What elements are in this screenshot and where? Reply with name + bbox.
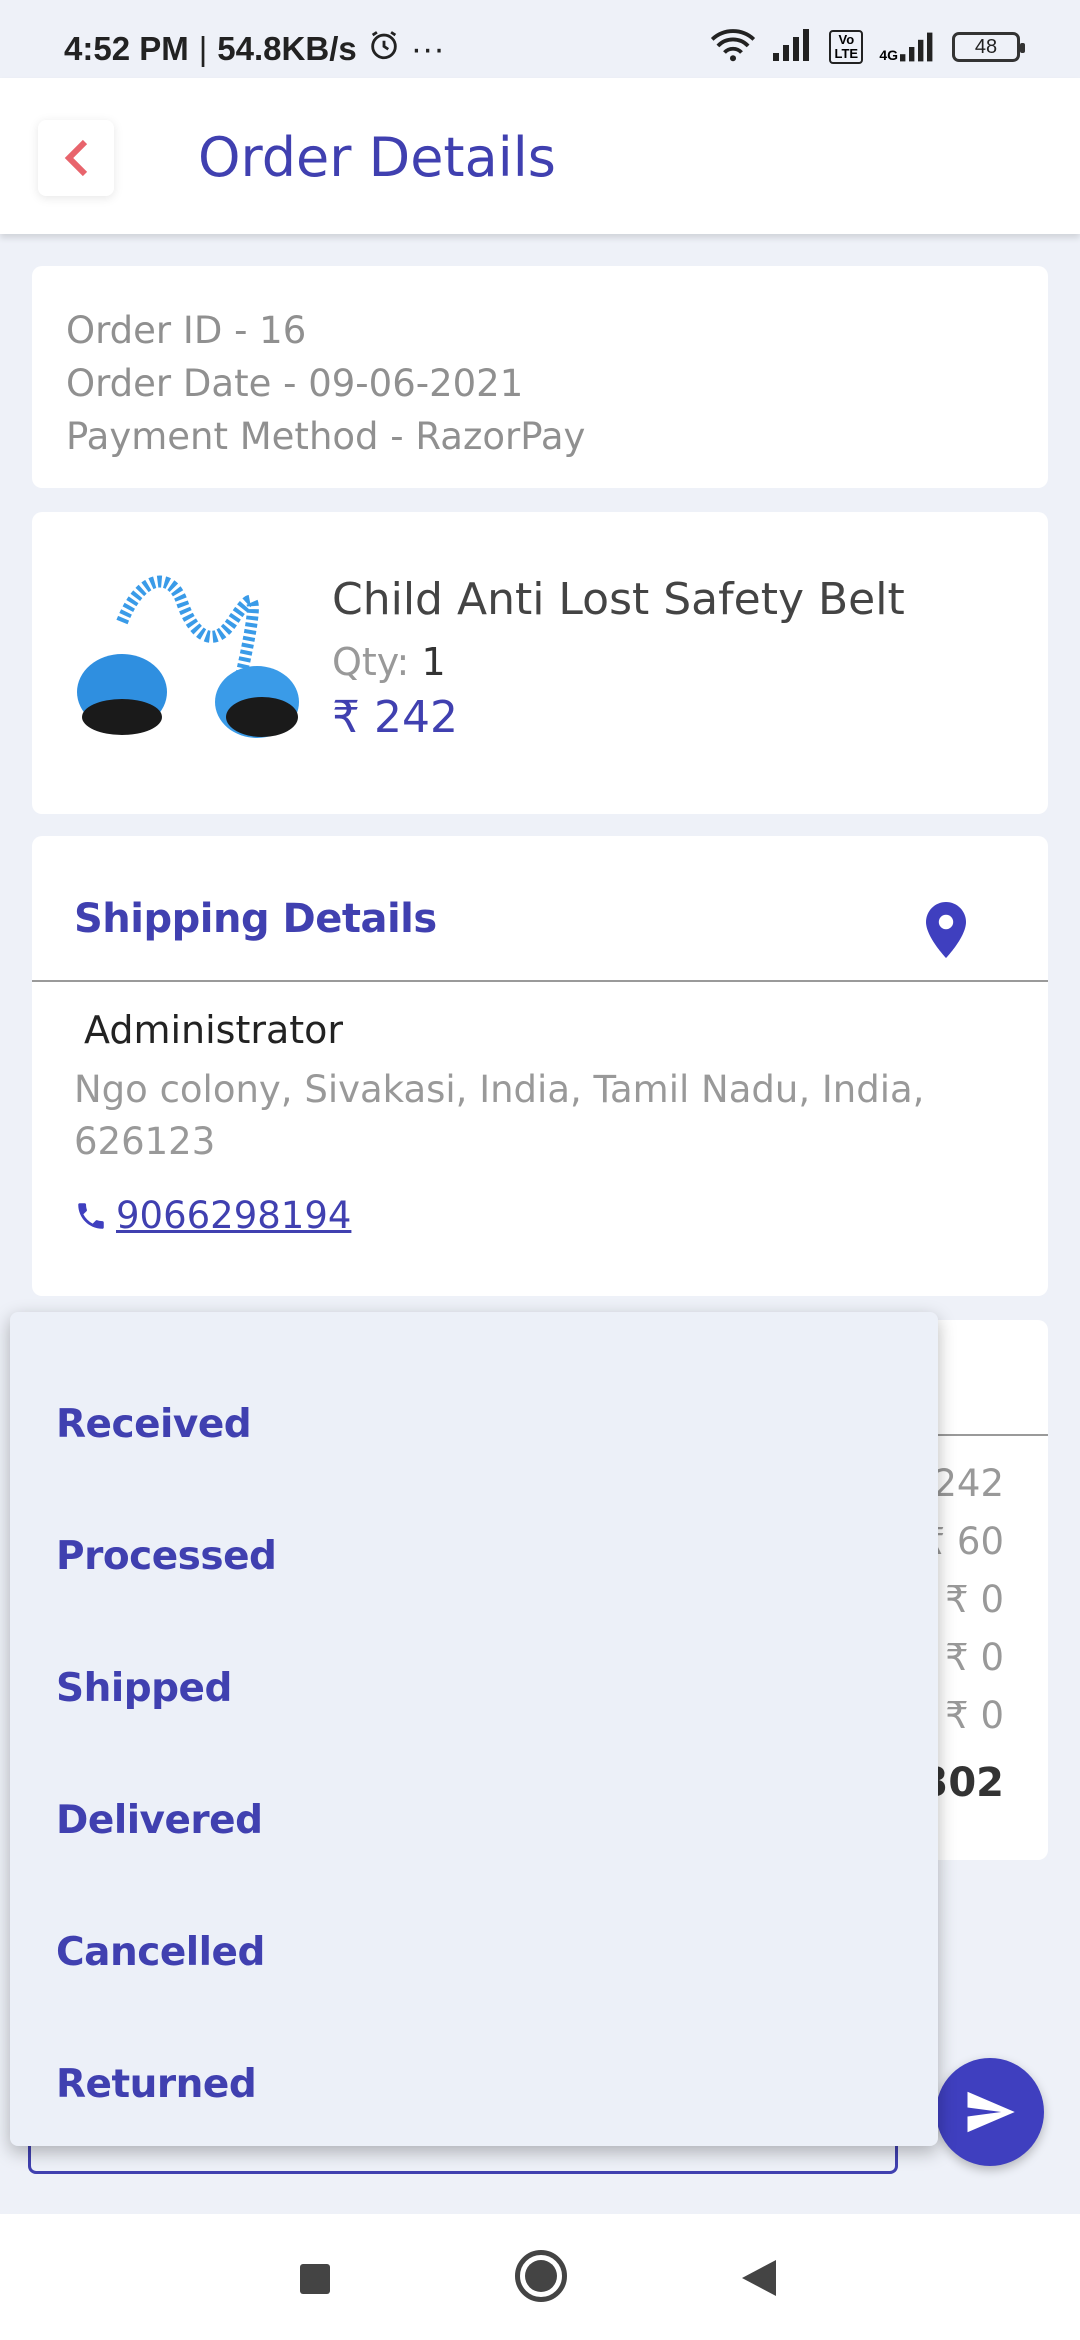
status-speed: 54.8KB/s bbox=[217, 30, 357, 67]
menu-item-cancelled[interactable]: Cancelled bbox=[10, 1886, 938, 2018]
qty-label: Qty: bbox=[332, 640, 410, 684]
system-nav-bar bbox=[0, 2214, 1080, 2340]
page-title: Order Details bbox=[198, 126, 556, 189]
app-bar: Order Details bbox=[0, 78, 1080, 234]
home-button[interactable] bbox=[515, 2250, 567, 2302]
signal-icon bbox=[773, 29, 813, 65]
back-button[interactable] bbox=[38, 120, 114, 196]
product-card: Child Anti Lost Safety Belt Qty: 1 ₹ 242 bbox=[32, 512, 1048, 814]
phone-row: 9066298194 bbox=[74, 1194, 351, 1237]
phone-link[interactable]: 9066298194 bbox=[116, 1194, 351, 1237]
product-price: ₹ 242 bbox=[332, 692, 458, 743]
menu-item-shipped[interactable]: Shipped bbox=[10, 1622, 938, 1754]
shipping-divider bbox=[32, 980, 1048, 982]
volte-icon: Vo LTE bbox=[829, 30, 864, 64]
send-icon bbox=[967, 2091, 1015, 2133]
chevron-left-icon bbox=[64, 139, 88, 177]
order-info-card: Order ID - 16 Order Date - 09-06-2021 Pa… bbox=[32, 266, 1048, 488]
phone-icon bbox=[78, 1202, 104, 1229]
battery-icon: 48 bbox=[952, 32, 1025, 62]
product-qty: Qty: 1 bbox=[332, 640, 446, 684]
status-time: 4:52 PM bbox=[64, 30, 189, 67]
wifi-icon bbox=[709, 28, 757, 66]
payment-method: Payment Method - RazorPay bbox=[66, 415, 586, 458]
shipping-card: Shipping Details Administrator Ngo colon… bbox=[32, 836, 1048, 1296]
status-right: Vo LTE 4G 48 bbox=[709, 28, 1025, 66]
coupon-value: ₹ 0 bbox=[945, 1694, 1004, 1737]
menu-item-processed[interactable]: Processed bbox=[10, 1490, 938, 1622]
shipping-address: Ngo colony, Sivakasi, India, Tamil Nadu,… bbox=[74, 1068, 925, 1163]
order-date: Order Date - 09-06-2021 bbox=[66, 362, 524, 405]
network-4g-icon: 4G bbox=[879, 31, 936, 63]
discount-value: ₹ 0 bbox=[945, 1636, 1004, 1679]
status-bar: 4:52 PM | 54.8KB/s ··· Vo LTE 4G 48 bbox=[0, 0, 1080, 78]
product-name: Child Anti Lost Safety Belt bbox=[332, 574, 905, 625]
location-pin-icon[interactable] bbox=[926, 902, 966, 962]
menu-item-received[interactable]: Received bbox=[10, 1358, 938, 1490]
tax-value: ₹ 0 bbox=[945, 1578, 1004, 1621]
product-image bbox=[62, 562, 312, 762]
shipping-title: Shipping Details bbox=[74, 896, 437, 942]
menu-item-returned[interactable]: Returned bbox=[10, 2018, 938, 2150]
menu-item-delivered[interactable]: Delivered bbox=[10, 1754, 938, 1886]
order-id: Order ID - 16 bbox=[66, 309, 307, 352]
subtotal-value: 242 bbox=[933, 1462, 1004, 1505]
more-dots-icon: ··· bbox=[410, 29, 445, 68]
send-button[interactable] bbox=[936, 2058, 1044, 2166]
shipping-name: Administrator bbox=[84, 1008, 344, 1052]
status-left: 4:52 PM | 54.8KB/s ··· bbox=[64, 28, 445, 70]
system-back-button[interactable] bbox=[742, 2260, 776, 2296]
status-dropdown-menu: Received Processed Shipped Delivered Can… bbox=[10, 1312, 938, 2146]
alarm-icon bbox=[367, 28, 401, 70]
recents-button[interactable] bbox=[300, 2264, 330, 2294]
status-divider: | bbox=[198, 30, 208, 67]
home-icon bbox=[525, 2260, 557, 2292]
qty-value: 1 bbox=[421, 640, 446, 684]
